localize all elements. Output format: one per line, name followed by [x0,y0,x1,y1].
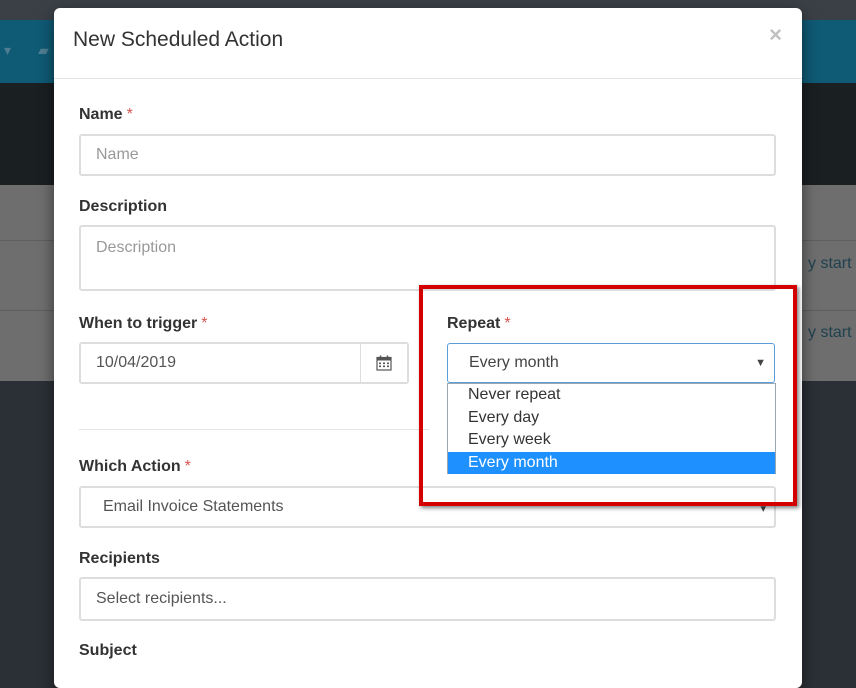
recipients-label: Recipients [79,550,160,567]
section-divider [79,429,429,430]
name-input[interactable]: Name [79,134,776,176]
background-row-link: y start [808,324,852,341]
description-label: Description [79,198,168,215]
which-action-label-text: Which Action [79,458,181,475]
name-label-text: Name [79,106,123,123]
required-marker: * [184,458,191,475]
description-textarea[interactable]: Description [79,225,776,291]
calendar-icon[interactable] [360,344,407,382]
name-label: Name * [79,106,133,124]
which-action-label: Which Action * [79,458,191,476]
required-marker: * [201,315,208,332]
background-row-link: y start [808,255,852,272]
date-input[interactable]: 10/04/2019 [79,342,409,384]
caret-down-icon: ▾ [4,42,12,58]
highlight-box [419,285,797,506]
required-marker: * [126,106,133,123]
date-value: 10/04/2019 [96,354,177,371]
modal-header: New Scheduled Action × [54,8,802,79]
subject-label: Subject [79,642,137,659]
when-to-trigger-label: When to trigger * [79,315,207,333]
when-to-trigger-label-text: When to trigger [79,315,198,332]
recipients-input[interactable]: Select recipients... [79,577,776,621]
briefcase-icon: ▰ [38,42,49,58]
close-button[interactable]: × [769,24,782,46]
modal-title: New Scheduled Action [73,28,284,51]
which-action-value: Email Invoice Statements [103,498,284,515]
